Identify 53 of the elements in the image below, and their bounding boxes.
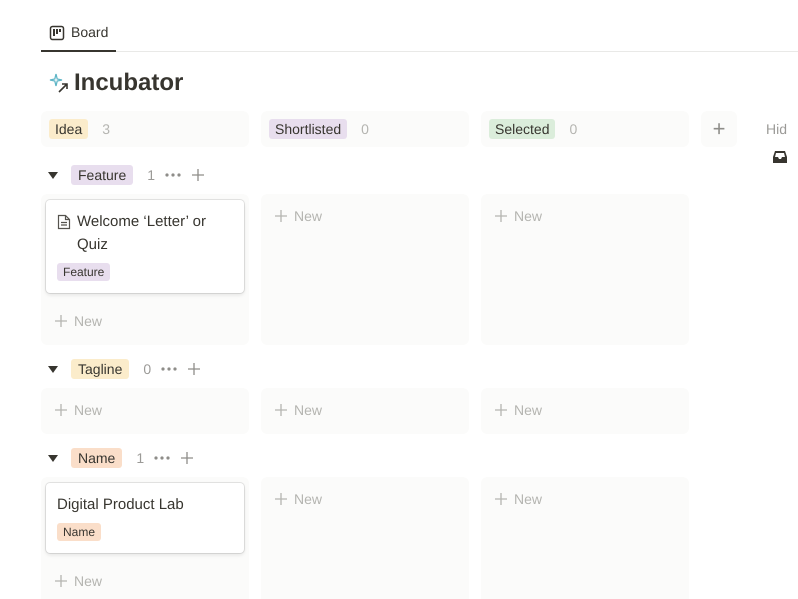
group-tag: Tagline bbox=[71, 359, 130, 379]
group-count: 1 bbox=[136, 448, 144, 468]
page-title: Incubator bbox=[74, 68, 184, 98]
group-toggle[interactable] bbox=[48, 453, 60, 463]
new-card-button[interactable]: New bbox=[486, 483, 550, 515]
plus-icon bbox=[274, 492, 288, 506]
document-icon bbox=[57, 214, 71, 230]
new-card-button[interactable]: New bbox=[46, 394, 110, 426]
board-tab[interactable]: Board bbox=[41, 15, 116, 52]
group-tag: Feature bbox=[71, 165, 134, 185]
column-count: 0 bbox=[569, 120, 578, 138]
status-tag: Idea bbox=[49, 119, 88, 139]
group-tag: Name bbox=[71, 448, 122, 468]
new-card-button[interactable]: New bbox=[486, 200, 550, 232]
card-title: Digital Product Lab bbox=[57, 495, 184, 515]
more-button[interactable] bbox=[165, 173, 182, 177]
board-icon bbox=[49, 24, 65, 40]
add-button[interactable] bbox=[187, 362, 202, 376]
add-button[interactable] bbox=[191, 168, 206, 182]
new-card-button[interactable]: New bbox=[486, 394, 550, 426]
group-toggle[interactable] bbox=[48, 170, 60, 180]
card-title: Welcome ‘Letter’ or Quiz bbox=[77, 212, 207, 255]
board-card[interactable]: Digital Product Lab Name bbox=[46, 483, 244, 553]
plus-icon bbox=[494, 403, 508, 417]
column-count: 3 bbox=[102, 120, 110, 138]
more-button[interactable] bbox=[161, 367, 178, 371]
add-button[interactable] bbox=[180, 451, 194, 465]
plus-icon bbox=[54, 314, 68, 328]
new-card-button[interactable]: New bbox=[266, 394, 330, 426]
group-count: 1 bbox=[147, 166, 156, 184]
status-tag: Selected bbox=[489, 119, 556, 139]
new-card-button[interactable]: New bbox=[266, 483, 330, 515]
plus-icon bbox=[274, 209, 288, 223]
plus-icon bbox=[274, 403, 288, 417]
new-card-button[interactable]: New bbox=[46, 305, 110, 337]
plus-icon bbox=[494, 209, 508, 223]
status-tag: Shortlisted bbox=[269, 119, 348, 139]
board-card[interactable]: Welcome ‘Letter’ or Quiz Feature bbox=[46, 200, 244, 293]
group-toggle[interactable] bbox=[48, 364, 60, 374]
new-card-button[interactable]: New bbox=[46, 565, 110, 597]
column-count: 0 bbox=[361, 120, 369, 138]
add-column-button[interactable]: + bbox=[701, 111, 737, 147]
new-card-button[interactable]: New bbox=[266, 200, 330, 232]
plus-icon bbox=[54, 574, 68, 588]
sparkle-link-icon bbox=[48, 72, 70, 94]
card-tag: Feature bbox=[57, 263, 110, 281]
plus-icon bbox=[54, 403, 68, 417]
card-tag: Name bbox=[57, 523, 102, 541]
more-button[interactable] bbox=[154, 456, 170, 460]
inbox-icon bbox=[772, 150, 788, 164]
plus-icon bbox=[494, 492, 508, 506]
hidden-groups-label: Hid bbox=[766, 120, 788, 138]
group-count: 0 bbox=[143, 360, 152, 378]
